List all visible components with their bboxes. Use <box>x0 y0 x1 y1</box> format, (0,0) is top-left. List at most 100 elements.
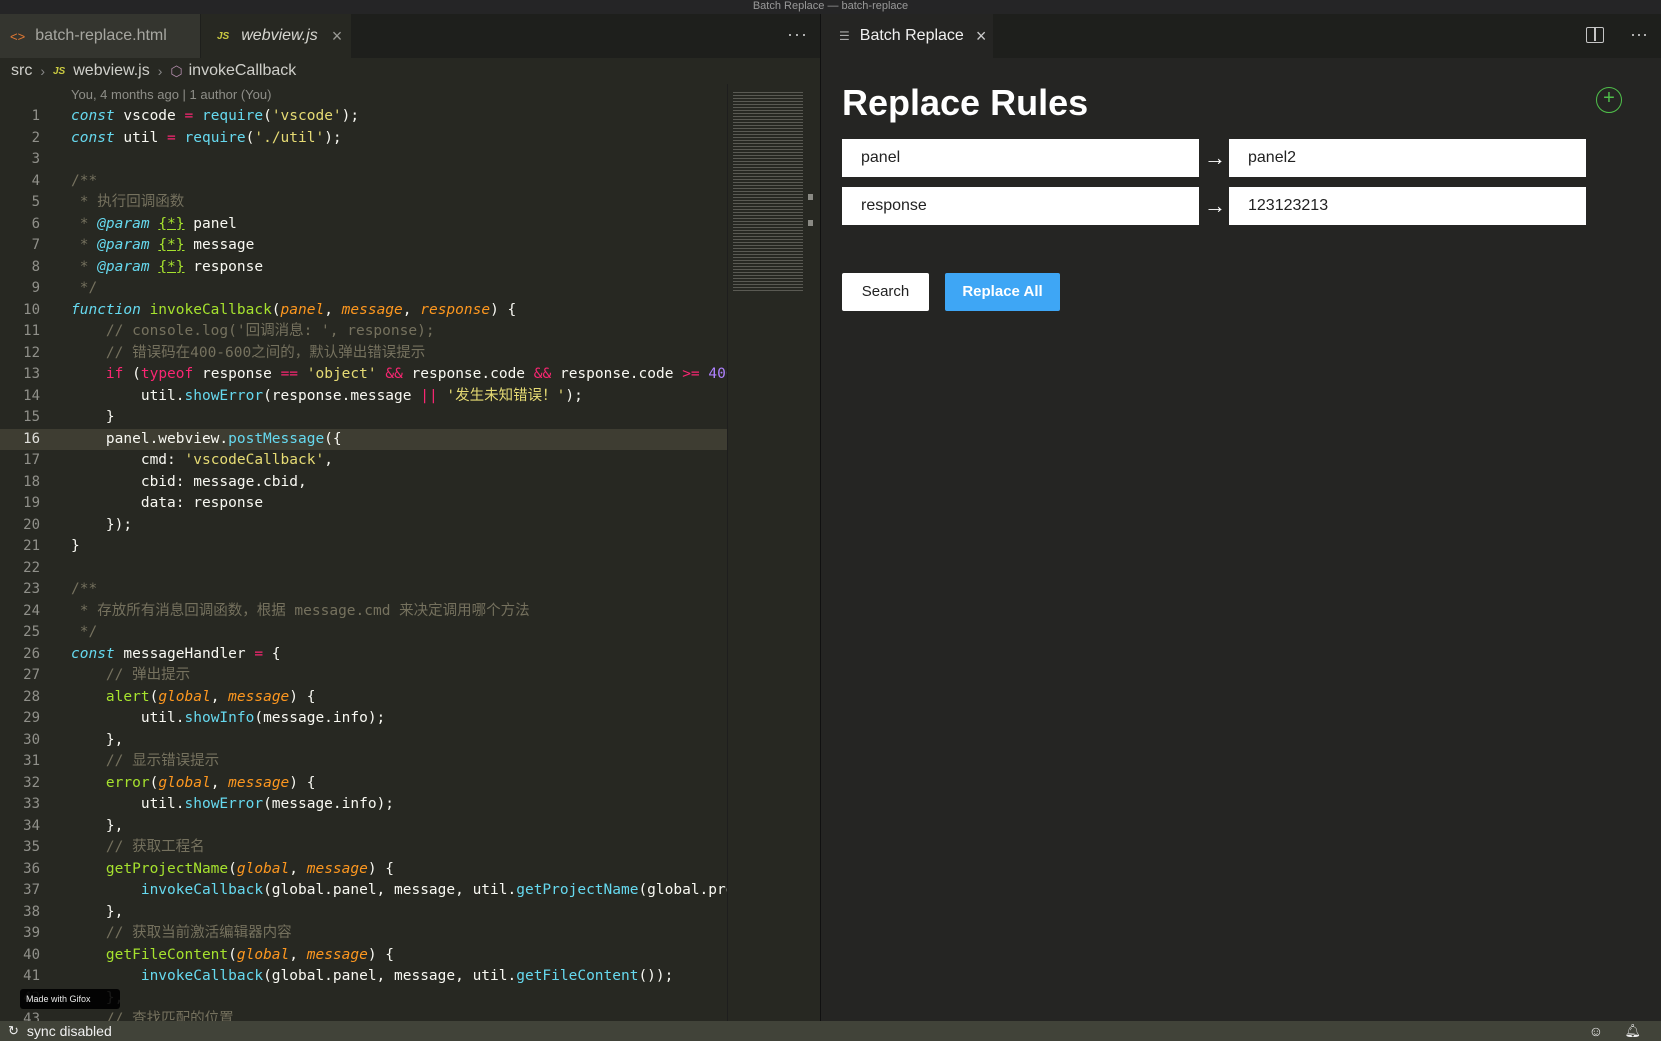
feedback-smiley-icon[interactable]: ☺ <box>1589 1023 1603 1039</box>
code-line[interactable]: 29 util.showInfo(message.info); <box>0 708 727 730</box>
js-file-icon: JS <box>53 65 66 77</box>
rule-from-input[interactable] <box>842 187 1199 225</box>
editor-tab-bar: <> batch-replace.html JS webview.js × ··… <box>0 14 820 58</box>
code-line[interactable]: 9 */ <box>0 278 727 300</box>
code-line[interactable]: 31 // 显示错误提示 <box>0 751 727 773</box>
tab-webview-js[interactable]: JS webview.js × <box>201 14 351 58</box>
line-number: 12 <box>23 344 40 361</box>
line-number: 1 <box>31 108 40 124</box>
panel-tab-bar: ☰ Batch Replace × ··· <box>821 14 1661 58</box>
line-number: 22 <box>23 559 40 576</box>
rule-from-input[interactable] <box>842 139 1199 177</box>
window-title: Batch Replace — batch-replace <box>0 0 1661 14</box>
code-line[interactable]: 16 panel.webview.postMessage({ <box>0 428 727 450</box>
code-line[interactable]: 8 * @param {*} response <box>0 257 727 279</box>
replace-all-button[interactable]: Replace All <box>945 273 1060 311</box>
code-text: function invokeCallback(panel, message, … <box>71 301 517 318</box>
code-line[interactable]: 43 // 查找匹配的位置 <box>0 1009 727 1021</box>
code-line[interactable]: 18 cbid: message.cbid, <box>0 472 727 494</box>
code-line[interactable]: 1 const vscode = require('vscode'); <box>0 106 727 128</box>
split-editor-icon[interactable] <box>1586 27 1604 43</box>
code-line[interactable]: 25 */ <box>0 622 727 644</box>
breadcrumb-folder[interactable]: src <box>11 62 32 80</box>
tab-label: webview.js <box>241 27 318 44</box>
more-actions-icon[interactable]: ··· <box>787 24 808 45</box>
code-line[interactable]: 4 /** <box>0 171 727 193</box>
code-text: util.showInfo(message.info); <box>71 710 386 726</box>
code-text: const messageHandler = { <box>71 645 281 662</box>
line-number: 11 <box>23 323 40 339</box>
code-line[interactable]: 24 * 存放所有消息回调函数，根据 message.cmd 来决定调用哪个方法 <box>0 601 727 623</box>
code-line[interactable]: 36 getProjectName(global, message) { <box>0 859 727 881</box>
code-line[interactable]: 11 // console.log('回调消息: ', response); <box>0 321 727 343</box>
code-line[interactable]: 3 <box>0 149 727 171</box>
code-line[interactable]: 37 invokeCallback(global.panel, message,… <box>0 880 727 902</box>
code-line[interactable]: 35 // 获取工程名 <box>0 837 727 859</box>
code-line[interactable]: 38 }, <box>0 902 727 924</box>
sync-icon[interactable]: ↻ <box>8 1023 19 1039</box>
search-button[interactable]: Search <box>842 273 929 311</box>
code-line[interactable]: 32 error(global, message) { <box>0 773 727 795</box>
code-line[interactable]: 14 util.showError(response.message || '发… <box>0 386 727 408</box>
code-line[interactable]: 30 }, <box>0 730 727 752</box>
more-actions-icon[interactable]: ··· <box>1630 24 1648 45</box>
code-line[interactable]: 26 const messageHandler = { <box>0 644 727 666</box>
code-line[interactable]: 40 getFileContent(global, message) { <box>0 945 727 967</box>
code-line[interactable]: 2 const util = require('./util'); <box>0 128 727 150</box>
line-number: 13 <box>23 366 40 382</box>
code-line[interactable]: 7 * @param {*} message <box>0 235 727 257</box>
code-text: // 获取工程名 <box>105 839 205 855</box>
code-text: }, <box>71 731 124 748</box>
code-text: // console.log('回调消息: ', response); <box>105 323 435 339</box>
line-number: 4 <box>31 172 40 189</box>
close-icon[interactable]: × <box>976 26 987 47</box>
code-line[interactable]: 34 }, <box>0 816 727 838</box>
html-file-icon: <> <box>10 28 26 44</box>
code-line[interactable]: 39 // 获取当前激活编辑器内容 <box>0 923 727 945</box>
code-line[interactable]: 28 alert(global, message) { <box>0 687 727 709</box>
code-line[interactable]: 23 /** <box>0 579 727 601</box>
code-text: */ <box>71 624 98 640</box>
code-text: cbid: message.cbid, <box>71 473 307 490</box>
code-text: /** <box>71 172 98 189</box>
add-rule-icon[interactable]: + <box>1596 87 1622 113</box>
code-line[interactable]: 20 }); <box>0 515 727 537</box>
tab-batch-replace-html[interactable]: <> batch-replace.html <box>0 14 200 58</box>
code-editor[interactable]: You, 4 months ago | 1 author (You) 1 cons… <box>0 84 727 1021</box>
rule-to-input[interactable] <box>1229 139 1586 177</box>
code-line[interactable]: 10 function invokeCallback(panel, message… <box>0 300 727 322</box>
sync-status[interactable]: sync disabled <box>27 1023 112 1039</box>
code-text: util.showError(response.message || '发生未知… <box>71 387 583 404</box>
code-line[interactable]: 12 // 错误码在400-600之间的，默认弹出错误提示 <box>0 343 727 365</box>
rule-to-input[interactable] <box>1229 187 1586 225</box>
line-number: 43 <box>23 1011 40 1021</box>
breadcrumb-file[interactable]: webview.js <box>73 62 149 80</box>
code-line[interactable]: 13 if (typeof response == 'object' && re… <box>0 364 727 386</box>
code-text: * 存放所有消息回调函数，根据 message.cmd 来决定调用哪个方法 <box>71 602 530 619</box>
minimap[interactable] <box>727 84 820 1021</box>
code-text: alert(global, message) { <box>105 688 316 705</box>
code-line[interactable]: 5 * 执行回调函数 <box>0 192 727 214</box>
notifications-bell-icon[interactable]: 🔔︎ <box>1624 1023 1641 1039</box>
close-icon[interactable]: × <box>332 26 343 47</box>
code-text: error(global, message) { <box>105 774 316 791</box>
tab-label: batch-replace.html <box>35 27 167 44</box>
code-line[interactable]: 19 data: response <box>0 493 727 515</box>
code-line[interactable]: 21} <box>0 536 727 558</box>
code-line[interactable]: 33 util.showError(message.info); <box>0 794 727 816</box>
chevron-right-icon: › <box>157 63 163 79</box>
code-line[interactable]: 27 // 弹出提示 <box>0 665 727 687</box>
line-number: 40 <box>23 946 40 963</box>
code-line[interactable]: 17 cmd: 'vscodeCallback', <box>0 450 727 472</box>
replace-rule-row: → <box>842 187 1586 225</box>
breadcrumb: src › JS webview.js › ⬡ invokeCallback <box>0 58 820 84</box>
codelens-blame[interactable]: You, 4 months ago | 1 author (You) <box>71 84 271 106</box>
code-line[interactable]: 6 * @param {*} panel <box>0 214 727 236</box>
arrow-right-icon: → <box>1204 145 1226 170</box>
breadcrumb-symbol[interactable]: invokeCallback <box>189 62 297 80</box>
code-line[interactable]: 22 <box>0 558 727 580</box>
code-text: const vscode = require('vscode'); <box>71 108 360 124</box>
tab-batch-replace[interactable]: ☰ Batch Replace × <box>821 14 993 58</box>
code-line[interactable]: 41 invokeCallback(global.panel, message,… <box>0 966 727 988</box>
code-line[interactable]: 15 } <box>0 407 727 429</box>
